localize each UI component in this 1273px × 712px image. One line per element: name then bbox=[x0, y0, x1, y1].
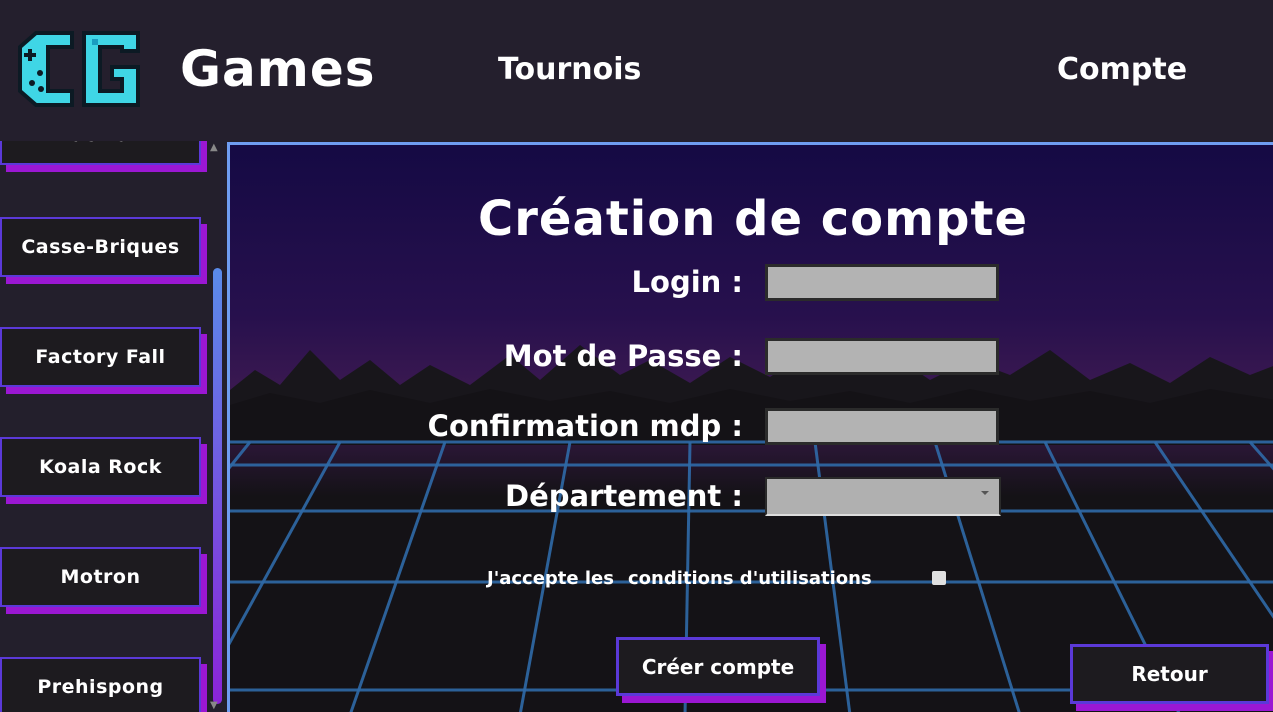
header: Games Tournois Compte bbox=[0, 0, 1273, 141]
scrollbar-thumb[interactable] bbox=[213, 268, 222, 704]
nav-tournois[interactable]: Tournois bbox=[498, 52, 641, 87]
terms-prefix: J'accepte les bbox=[487, 568, 614, 589]
password-input[interactable] bbox=[765, 338, 999, 375]
confirm-password-input[interactable] bbox=[765, 408, 999, 445]
scroll-down-icon[interactable]: ▼ bbox=[210, 700, 218, 711]
sidebar-item-factory-fall[interactable]: Factory Fall bbox=[0, 327, 201, 387]
sidebar-item-casse-briques[interactable]: Casse-Briques bbox=[0, 217, 201, 277]
sidebar-item-motron[interactable]: Motron bbox=[0, 547, 201, 607]
signup-panel: Création de compte Login : Mot de Passe … bbox=[227, 142, 1273, 712]
create-account-button[interactable]: Créer compte bbox=[616, 637, 820, 696]
sidebar-item-pacman[interactable]: Pacman bbox=[0, 141, 201, 165]
back-button[interactable]: Retour bbox=[1070, 644, 1269, 704]
nav-compte[interactable]: Compte bbox=[1057, 52, 1187, 87]
game-sidebar: Pacman Casse-Briques Factory Fall Koala … bbox=[0, 141, 228, 712]
cg-logo[interactable] bbox=[14, 27, 144, 111]
chevron-down-icon bbox=[981, 491, 989, 495]
terms-link[interactable]: conditions d'utilisations bbox=[628, 568, 872, 589]
sidebar-item-prehispong[interactable]: Prehispong bbox=[0, 657, 201, 712]
confirm-password-label: Confirmation mdp : bbox=[427, 409, 743, 443]
password-label: Mot de Passe : bbox=[503, 339, 743, 373]
login-label: Login : bbox=[631, 265, 743, 299]
brand-title[interactable]: Games bbox=[180, 40, 376, 98]
department-select[interactable] bbox=[765, 477, 1001, 516]
terms-text: J'accepte les conditions d'utilisations bbox=[487, 568, 872, 589]
scroll-up-icon[interactable]: ▲ bbox=[210, 142, 218, 153]
department-label: Département : bbox=[505, 479, 743, 513]
login-input[interactable] bbox=[765, 264, 999, 301]
sidebar-item-koala-rock[interactable]: Koala Rock bbox=[0, 437, 201, 497]
page-title: Création de compte bbox=[477, 191, 1029, 247]
terms-checkbox[interactable] bbox=[932, 571, 946, 585]
